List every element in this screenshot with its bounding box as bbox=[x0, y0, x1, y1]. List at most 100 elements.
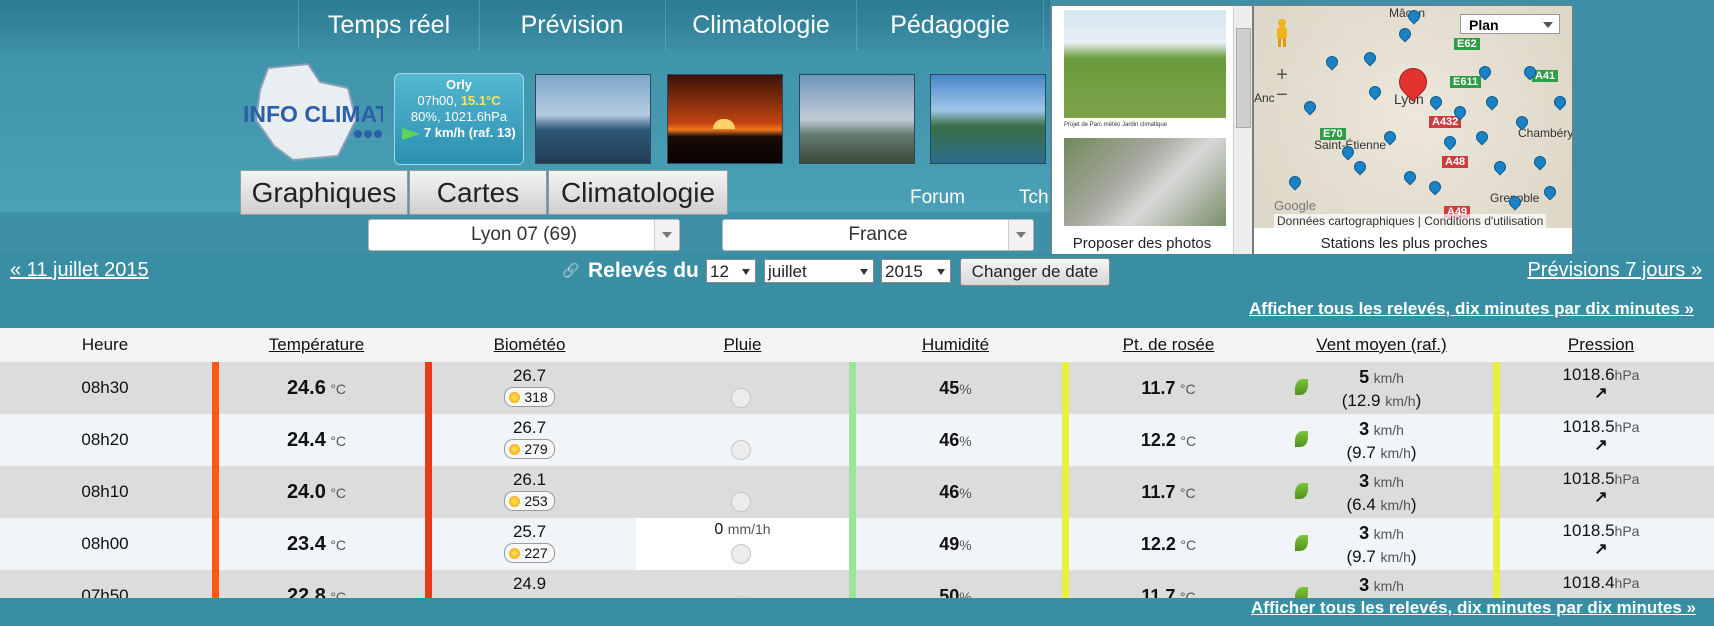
header-temperature[interactable]: Température bbox=[210, 328, 423, 362]
photo-thumbnail-sunset[interactable] bbox=[667, 74, 783, 164]
photos-scrollbar-thumb[interactable] bbox=[1236, 28, 1251, 128]
station-pin[interactable] bbox=[1427, 93, 1445, 111]
station-pin[interactable] bbox=[1396, 25, 1414, 43]
country-select[interactable]: France bbox=[722, 219, 1034, 251]
pressure-unit: hPa bbox=[1614, 367, 1640, 383]
weather-card-orly[interactable]: Orly 07h00, 15.1°C 80%, 1021.6hPa 7 km/h… bbox=[394, 73, 524, 165]
photos-scrollbar[interactable] bbox=[1233, 6, 1252, 255]
propose-photos-link[interactable]: Proposer des photos bbox=[1052, 235, 1232, 252]
day-select[interactable]: 12 bbox=[706, 259, 756, 283]
map-type-select-value: Plan bbox=[1469, 17, 1499, 33]
cell-wind: 3 km/h (9.7 km/h) bbox=[1275, 414, 1488, 466]
humidity-color-bar bbox=[849, 466, 856, 518]
show-all-readings-link-bottom[interactable]: Afficher tous les relevés, dix minutes p… bbox=[1251, 598, 1696, 618]
tab-cartes[interactable]: Cartes bbox=[409, 170, 547, 215]
pressure-trend-icon: ↗ bbox=[1594, 385, 1608, 402]
station-pin[interactable] bbox=[1483, 93, 1501, 111]
dewpoint-value: 11.7 bbox=[1141, 378, 1176, 398]
cell-temperature: 22.8 °C bbox=[210, 570, 423, 598]
header-pression[interactable]: Pression bbox=[1488, 328, 1714, 362]
station-select[interactable]: Lyon 07 (69) bbox=[368, 219, 680, 251]
photo-thumbnail-lake[interactable] bbox=[535, 74, 651, 164]
weather-card-time-temp: 07h00, 15.1°C bbox=[395, 93, 523, 109]
nearest-stations-caption[interactable]: Stations les plus proches bbox=[1254, 235, 1554, 252]
table-row: 08h30 24.6 °C 26.7 318 45% 11.7 °C 5 km/… bbox=[0, 362, 1714, 414]
infoclimat-logo[interactable]: INFO CLIMAT bbox=[238, 60, 390, 165]
pressure-trend-icon: ↗ bbox=[1594, 489, 1608, 506]
header-pluie[interactable]: Pluie bbox=[636, 328, 849, 362]
station-pin[interactable] bbox=[1441, 133, 1459, 151]
change-date-button[interactable]: Changer de date bbox=[960, 258, 1110, 286]
wind-unit: km/h bbox=[1373, 474, 1404, 490]
cell-biometeo: 25.7 227 bbox=[423, 518, 636, 570]
zoom-out-button[interactable]: − bbox=[1272, 85, 1292, 106]
map-canvas[interactable]: Mâcon Lyon Saint-Étienne Chambéry Grenob… bbox=[1254, 6, 1572, 228]
cell-temperature: 23.4 °C bbox=[210, 518, 423, 570]
map-data-credits[interactable]: Données cartographiques bbox=[1277, 214, 1414, 228]
wind-unit: km/h bbox=[1373, 370, 1404, 386]
station-pin[interactable] bbox=[1541, 183, 1559, 201]
month-select[interactable]: juillet bbox=[764, 259, 874, 283]
nav-pedagogie[interactable]: Pédagogie bbox=[857, 0, 1044, 50]
pressure-color-bar bbox=[1493, 518, 1500, 570]
table-row: 07h50 22.8 °C 24.9 50% 11.7 °C 3 km/h 10… bbox=[0, 570, 1714, 598]
dewpoint-value: 11.7 bbox=[1141, 586, 1176, 598]
station-pin[interactable] bbox=[1301, 98, 1319, 116]
tab-climatologie[interactable]: Climatologie bbox=[548, 170, 728, 215]
photo-thumbnail-hills[interactable] bbox=[799, 74, 915, 164]
wind-gust-unit: km/h bbox=[1380, 497, 1411, 513]
zoom-in-button[interactable]: + bbox=[1272, 65, 1292, 86]
bottom-bar: Afficher tous les relevés, dix minutes p… bbox=[0, 598, 1714, 626]
station-pin[interactable] bbox=[1401, 168, 1419, 186]
wind-gust-line: (9.7 km/h) bbox=[1346, 443, 1417, 462]
nav-temps-reel[interactable]: Temps réel bbox=[298, 0, 480, 50]
stations-map[interactable]: Mâcon Lyon Saint-Étienne Chambéry Grenob… bbox=[1253, 5, 1573, 256]
previous-day-link[interactable]: « 11 juillet 2015 bbox=[10, 259, 149, 282]
forum-link[interactable]: Forum bbox=[910, 187, 965, 209]
dewpoint-color-bar bbox=[1062, 362, 1069, 414]
header-heure: Heure bbox=[81, 335, 129, 354]
wind-mean-value: 3 bbox=[1359, 419, 1370, 439]
map-terms-link[interactable]: Conditions d'utilisation bbox=[1424, 214, 1543, 228]
road-e70: E70 bbox=[1320, 128, 1346, 140]
pressure-unit: hPa bbox=[1614, 419, 1640, 435]
station-photo-aerial[interactable] bbox=[1064, 138, 1226, 226]
cell-humidity: 49% bbox=[849, 518, 1062, 570]
street-view-pegman-icon[interactable] bbox=[1274, 18, 1290, 48]
header-rosee[interactable]: Pt. de rosée bbox=[1062, 328, 1275, 362]
header-humidite[interactable]: Humidité bbox=[849, 328, 1062, 362]
station-photo-garden[interactable] bbox=[1064, 10, 1226, 118]
photo-thumbnail-river[interactable] bbox=[930, 74, 1046, 164]
cell-dewpoint: 11.7 °C bbox=[1062, 570, 1275, 598]
station-pin[interactable] bbox=[1473, 128, 1491, 146]
header-biometeo[interactable]: Biométéo bbox=[423, 328, 636, 362]
show-all-readings-link[interactable]: Afficher tous les relevés, dix minutes p… bbox=[1249, 299, 1694, 319]
tchat-link[interactable]: Tch bbox=[1019, 187, 1049, 209]
cell-biometeo: 26.1 253 bbox=[423, 466, 636, 518]
tab-graphiques[interactable]: Graphiques bbox=[240, 170, 408, 215]
station-pin[interactable] bbox=[1323, 53, 1341, 71]
biometeo-value: 26.7 bbox=[512, 418, 547, 437]
cell-pressure: 1018.4hPa bbox=[1488, 570, 1714, 598]
nav-climatologie[interactable]: Climatologie bbox=[666, 0, 857, 50]
station-pin[interactable] bbox=[1366, 83, 1384, 101]
weather-card-time: 07h00, bbox=[417, 93, 458, 108]
country-select-value: France bbox=[848, 224, 908, 245]
station-pin[interactable] bbox=[1426, 178, 1444, 196]
map-type-select[interactable]: Plan bbox=[1460, 14, 1560, 34]
station-pin[interactable] bbox=[1286, 173, 1304, 191]
header-vent[interactable]: Vent moyen (raf.) bbox=[1275, 328, 1488, 362]
station-pin[interactable] bbox=[1531, 153, 1549, 171]
cell-humidity: 46% bbox=[849, 466, 1062, 518]
forecast-7-days-link[interactable]: Prévisions 7 jours » bbox=[1527, 259, 1702, 282]
sunshine-badge: 318 bbox=[504, 387, 555, 407]
pressure-value: 1018.5 bbox=[1562, 417, 1615, 436]
nav-prevision[interactable]: Prévision bbox=[479, 0, 666, 50]
station-pin[interactable] bbox=[1491, 158, 1509, 176]
biometeo-value: 26.1 bbox=[512, 470, 547, 489]
station-pin[interactable] bbox=[1551, 93, 1569, 111]
station-pin[interactable] bbox=[1351, 158, 1369, 176]
station-pin[interactable] bbox=[1361, 49, 1379, 67]
rain-drops-icon bbox=[731, 388, 751, 408]
year-select[interactable]: 2015 bbox=[881, 259, 951, 283]
